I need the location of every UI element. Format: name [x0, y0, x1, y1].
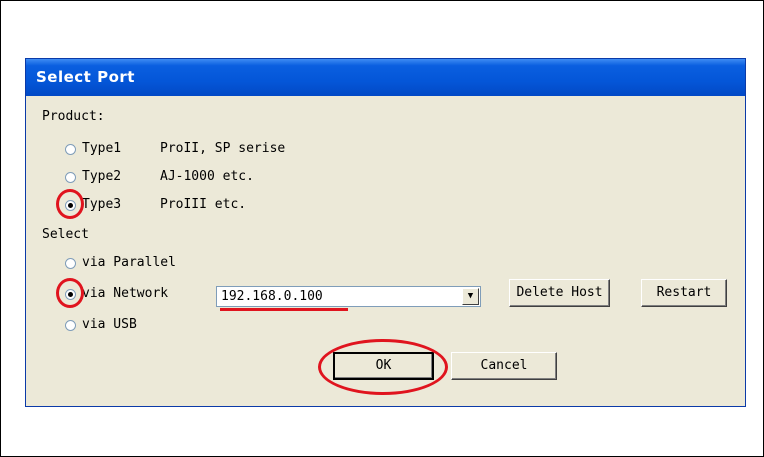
host-address-value: 192.168.0.100 [221, 289, 323, 304]
ok-highlight-ellipse [318, 339, 448, 395]
delete-host-button[interactable]: Delete Host [509, 279, 610, 307]
network-highlight-circle [56, 278, 84, 308]
via-network-label: via Network [82, 286, 169, 301]
via-parallel-label: via Parallel [82, 255, 176, 270]
via-usb-radio[interactable] [65, 320, 76, 331]
type1-desc: ProII, SP serise [160, 141, 286, 156]
title-bar[interactable]: Select Port [26, 59, 745, 96]
type1-radio[interactable] [65, 144, 76, 155]
product-label: Product: [42, 109, 105, 124]
select-port-dialog: Select Port Product: Type1 ProII, SP ser… [25, 58, 746, 407]
type2-radio[interactable] [65, 172, 76, 183]
cancel-button[interactable]: Cancel [451, 352, 557, 380]
host-address-underline [220, 308, 348, 311]
type1-label: Type1 [82, 141, 122, 156]
chevron-down-icon[interactable]: ▼ [462, 288, 479, 305]
type3-label: Type3 [82, 197, 122, 212]
via-usb-label: via USB [82, 317, 137, 332]
type2-label: Type2 [82, 169, 122, 184]
type3-highlight-circle [56, 189, 84, 219]
restart-button[interactable]: Restart [641, 279, 727, 307]
select-label: Select [42, 227, 89, 242]
via-parallel-radio[interactable] [65, 258, 76, 269]
type3-desc: ProIII etc. [160, 197, 247, 212]
type2-desc: AJ-1000 etc. [160, 169, 254, 184]
dialog-title: Select Port [36, 68, 135, 86]
host-address-combo[interactable]: 192.168.0.100 ▼ [216, 286, 481, 307]
